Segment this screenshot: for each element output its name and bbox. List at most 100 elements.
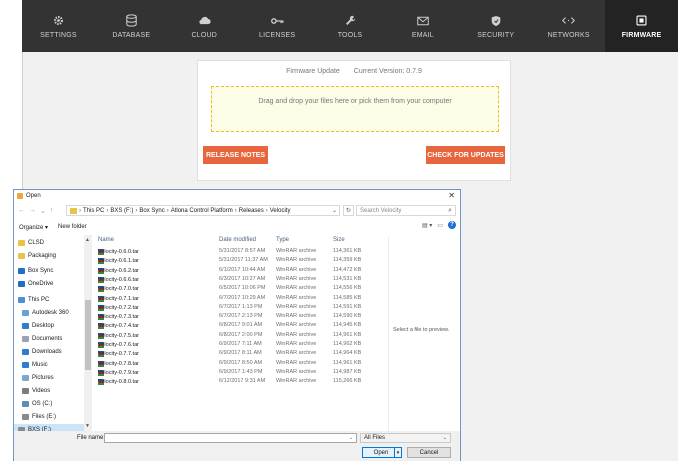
nav-pane-item[interactable]: This PC — [18, 294, 49, 305]
file-type-cell: WinRAR archive — [276, 303, 317, 310]
search-placeholder: Search Velocity — [360, 207, 402, 214]
search-input[interactable]: Search Velocity ⌕ — [356, 205, 456, 216]
open-split-dropdown[interactable]: ▾ — [394, 447, 402, 458]
nav-pane-item[interactable]: Desktop — [18, 320, 54, 331]
view-options-icon[interactable]: ▤ ▾ — [422, 222, 432, 229]
file-row[interactable]: Velocity-0.6.0.tar 5/31/2017 8:57 AM WinRA… — [98, 247, 388, 256]
file-row[interactable]: Velocity-0.8.0.tar 6/12/2017 9:31 AM WinRA… — [98, 377, 388, 386]
forward-arrow-icon[interactable]: → — [29, 207, 36, 215]
file-row[interactable]: Velocity-0.7.4.tar 6/8/2017 9:01 AM WinRAR… — [98, 321, 388, 330]
nav-item-security[interactable]: SECURITY — [459, 0, 532, 52]
scroll-up-icon[interactable]: ▲ — [85, 237, 90, 243]
organize-button[interactable]: Organize ▾ — [19, 224, 48, 231]
file-name: Velocity-0.7.8.tar — [98, 360, 139, 367]
file-size-cell: 114,531 KB — [333, 275, 362, 282]
breadcrumb-item[interactable]: Box Sync — [139, 208, 164, 214]
breadcrumb-separator-icon: › — [79, 207, 81, 214]
help-icon[interactable]: ? — [448, 221, 456, 229]
nav-item-cloud[interactable]: CLOUD — [168, 0, 241, 52]
column-header-size[interactable]: Size — [333, 235, 345, 245]
breadcrumb-item[interactable]: BXS (F:) — [110, 208, 133, 214]
dialog-titlebar[interactable]: Open — [14, 190, 460, 202]
chevron-down-icon[interactable]: ⌄ — [40, 207, 46, 215]
file-name: Velocity-0.7.4.tar — [98, 323, 139, 330]
file-row[interactable]: Velocity-0.7.5.tar 6/8/2017 2:00 PM WinRAR… — [98, 331, 388, 340]
check-for-updates-button[interactable]: CHECK FOR UPDATES — [426, 146, 505, 164]
nav-pane-item[interactable]: Box Sync — [18, 265, 53, 276]
nav-pane-item[interactable]: Videos — [18, 385, 50, 396]
file-row[interactable]: Velocity-0.7.2.tar 6/7/2017 1:13 PM WinRAR… — [98, 303, 388, 312]
nav-pane-item[interactable]: Packaging — [18, 250, 56, 261]
chevron-down-icon[interactable]: ⌄ — [349, 435, 353, 441]
file-row[interactable]: Velocity-0.7.7.tar 6/9/2017 8:11 AM WinRAR… — [98, 349, 388, 358]
refresh-icon[interactable]: ↻ — [343, 205, 354, 216]
breadcrumb-item[interactable]: Releases — [239, 208, 264, 214]
scroll-down-icon[interactable]: ▼ — [85, 423, 90, 429]
file-row[interactable]: Velocity-0.7.9.tar 6/9/2017 1:43 PM WinRAR… — [98, 368, 388, 377]
nav-item-firmware[interactable]: FIRMWARE — [605, 0, 678, 52]
close-icon[interactable]: ✕ — [448, 191, 455, 200]
envelope-icon — [417, 14, 429, 28]
file-size-cell: 114,964 KB — [333, 350, 362, 357]
file-list: Name Date modified Type Size Velocity-0.… — [98, 235, 388, 431]
file-type-cell: WinRAR archive — [276, 275, 317, 282]
file-type-cell: WinRAR archive — [276, 331, 317, 338]
nav-pane-item[interactable]: Documents — [18, 333, 62, 344]
file-row[interactable]: Velocity-0.6.2.tar 6/1/2017 10:44 AM WinRA… — [98, 266, 388, 275]
file-date-cell: 6/3/2017 10:27 AM — [219, 275, 266, 282]
column-header-date[interactable]: Date modified — [219, 235, 256, 245]
breadcrumb-item[interactable]: Velocity — [270, 208, 291, 214]
nav-pane-item[interactable]: OneDrive — [18, 278, 53, 289]
preview-message: Select a file to preview. — [393, 327, 450, 333]
up-arrow-icon[interactable]: ↑ — [50, 207, 54, 215]
nav-pane-item[interactable]: OS (C:) — [18, 398, 52, 409]
nav-pane-item[interactable]: Music — [18, 359, 48, 370]
new-folder-button[interactable]: New folder — [58, 224, 87, 230]
file-row[interactable]: Velocity-0.7.6.tar 6/9/2017 7:11 AM WinRAR… — [98, 340, 388, 349]
nav-item-licenses[interactable]: LICENSES — [241, 0, 314, 52]
nav-item-settings[interactable]: SETTINGS — [22, 0, 95, 52]
file-row[interactable]: Velocity-0.7.0.tar 6/5/2017 10:06 PM WinRA… — [98, 284, 388, 293]
nav-pane-item[interactable]: Autodesk 360 — [18, 307, 69, 318]
firmware-title: Firmware Update — [286, 68, 340, 75]
file-row[interactable]: Velocity-0.7.3.tar 6/7/2017 2:13 PM WinRAR… — [98, 312, 388, 321]
file-dropzone[interactable]: Drag and drop your files here or pick th… — [211, 86, 499, 132]
shield-icon — [491, 14, 501, 28]
file-row[interactable]: Velocity-0.6.6.tar 6/3/2017 10:27 AM WinRA… — [98, 275, 388, 284]
nav-item-networks[interactable]: NETWORKS — [532, 0, 605, 52]
nav-item-tools[interactable]: TOOLS — [314, 0, 387, 52]
file-row[interactable]: Velocity-0.6.1.tar 5/31/2017 11:37 AM WinR… — [98, 256, 388, 265]
nav-pane-label: Music — [32, 361, 48, 368]
address-dropdown-icon[interactable]: ⌄ — [332, 207, 337, 214]
breadcrumb-item[interactable]: Atlona Control Platform — [171, 208, 233, 214]
filename-input[interactable]: ⌄ — [104, 433, 357, 443]
file-name: Velocity-0.8.0.tar — [98, 379, 139, 386]
column-header-name[interactable]: Name — [98, 235, 114, 245]
nav-scrollbar[interactable]: ▲ ▼ — [84, 235, 92, 431]
release-notes-button[interactable]: RELEASE NOTES — [203, 146, 268, 164]
column-header-type[interactable]: Type — [276, 235, 289, 245]
scroll-thumb[interactable] — [85, 300, 91, 370]
file-row[interactable]: Velocity-0.7.1.tar 6/7/2017 10:29 AM WinRA… — [98, 294, 388, 303]
nav-pane-item[interactable]: CLSD — [18, 237, 44, 248]
nav-pane-label: CLSD — [28, 239, 45, 246]
address-bar[interactable]: › This PC › BXS (F:) › Box Sync › Atlona Contro… — [66, 205, 340, 216]
search-icon: ⌕ — [448, 207, 452, 214]
nav-item-database[interactable]: DATABASE — [95, 0, 168, 52]
nav-pane-item[interactable]: BXS (F:) — [14, 424, 86, 431]
file-date-cell: 6/9/2017 1:43 PM — [219, 368, 263, 375]
nav-pane-item[interactable]: Files (E:) — [18, 411, 56, 422]
nav-pane-item[interactable]: Pictures — [18, 372, 54, 383]
nav-item-email[interactable]: EMAIL — [386, 0, 459, 52]
file-size-cell: 114,359 KB — [333, 257, 362, 264]
preview-pane-icon[interactable]: ▭ — [437, 222, 443, 229]
nav-pane-item[interactable]: Downloads — [18, 346, 62, 357]
file-type-filter[interactable]: All Files ⌄ — [360, 433, 451, 443]
breadcrumb-item[interactable]: This PC — [83, 208, 104, 214]
file-row[interactable]: Velocity-0.7.8.tar 6/9/2017 8:50 AM WinRAR… — [98, 359, 388, 368]
cancel-button[interactable]: Cancel — [407, 447, 451, 458]
back-arrow-icon[interactable]: ← — [18, 207, 25, 215]
file-name: Velocity-0.7.1.tar — [98, 295, 139, 302]
cloud-icon — [198, 14, 211, 28]
firmware-header: Firmware Update Current Version: 0.7.9 — [198, 68, 510, 75]
